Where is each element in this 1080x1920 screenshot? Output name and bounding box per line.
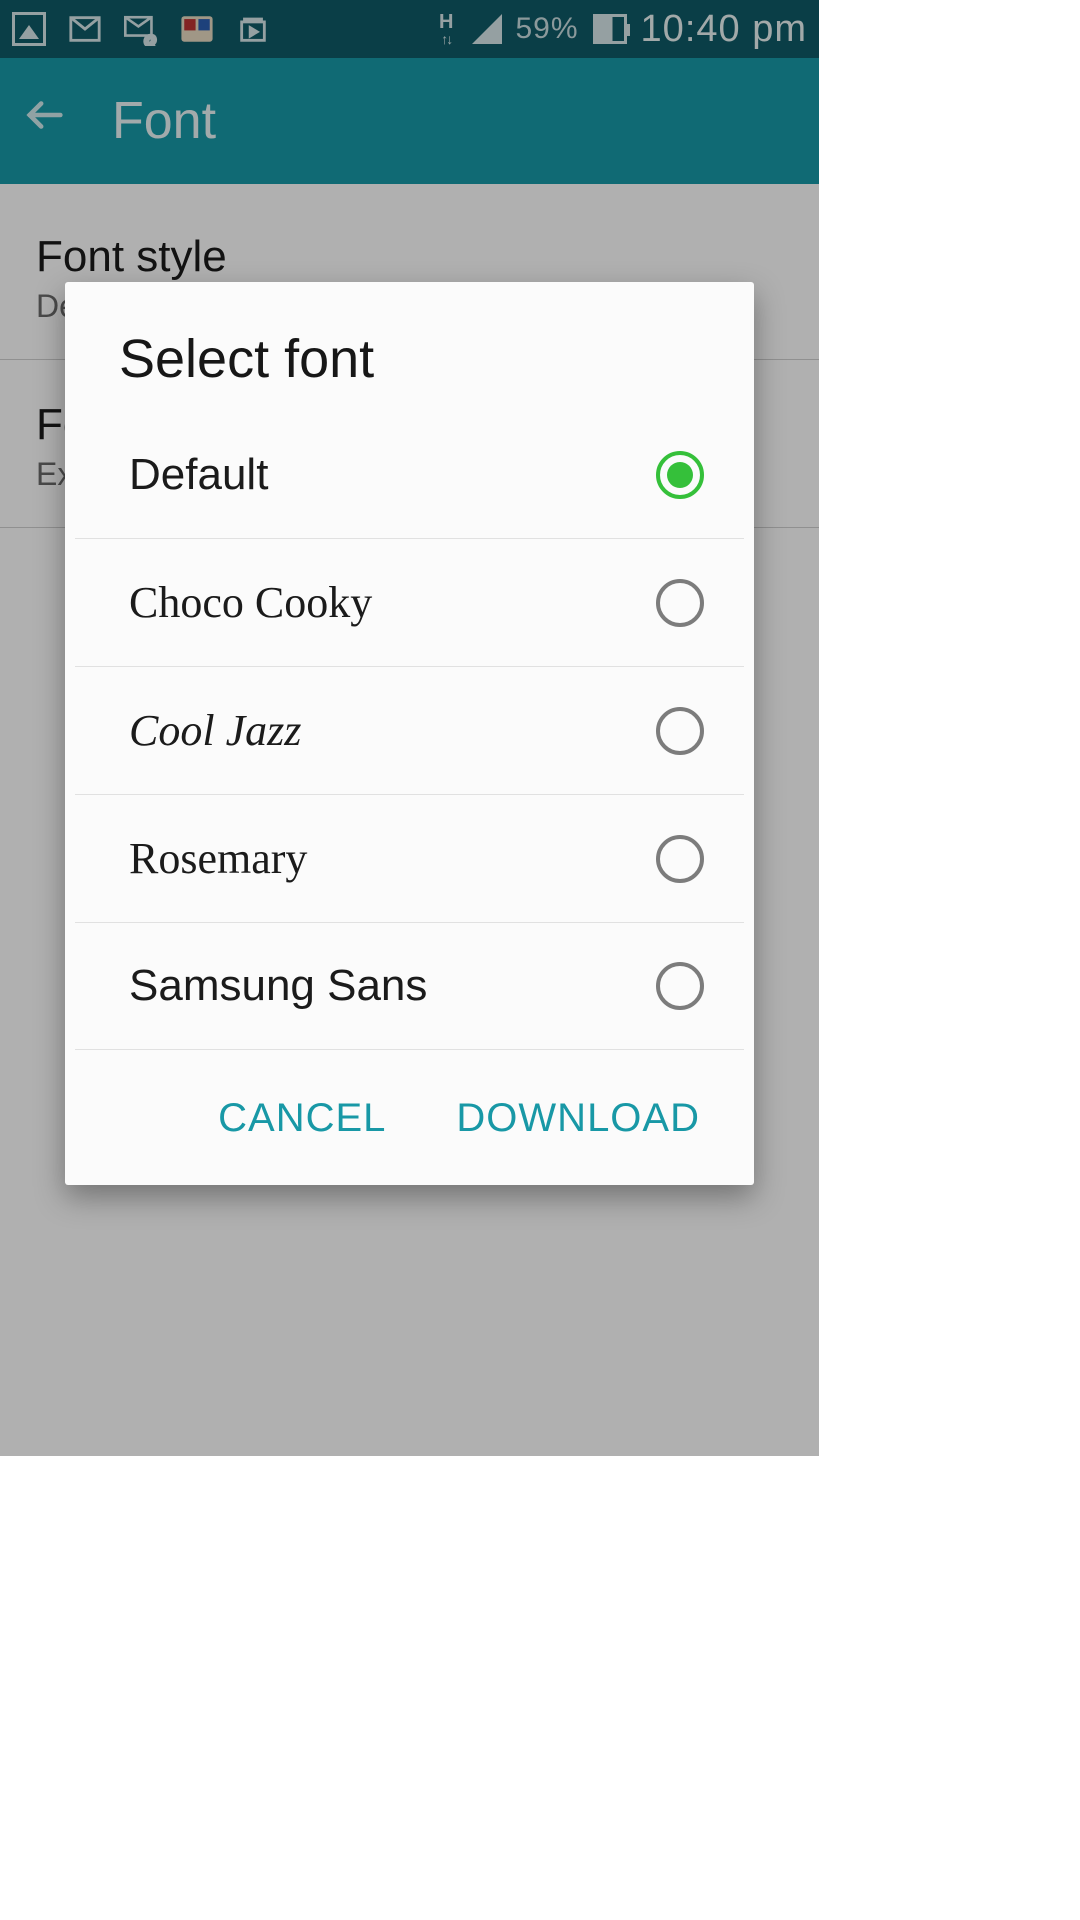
font-option-label: Rosemary (129, 833, 307, 884)
cancel-button[interactable]: CANCEL (218, 1096, 386, 1141)
font-option-label: Samsung Sans (129, 961, 427, 1011)
radio-unselected-icon (656, 579, 704, 627)
select-font-dialog: Select font Default Choco Cooky Cool Jaz… (65, 282, 754, 1185)
font-option-choco-cooky[interactable]: Choco Cooky (75, 539, 744, 667)
font-option-label: Default (129, 450, 268, 500)
dialog-title: Select font (65, 328, 754, 412)
font-option-samsung-sans[interactable]: Samsung Sans (75, 923, 744, 1050)
font-option-default[interactable]: Default (75, 412, 744, 539)
radio-unselected-icon (656, 707, 704, 755)
radio-unselected-icon (656, 962, 704, 1010)
download-button[interactable]: DOWNLOAD (456, 1096, 700, 1141)
radio-selected-icon (656, 451, 704, 499)
font-option-cool-jazz[interactable]: Cool Jazz (75, 667, 744, 795)
font-option-label: Cool Jazz (129, 705, 301, 756)
radio-unselected-icon (656, 835, 704, 883)
font-option-label: Choco Cooky (129, 577, 372, 628)
font-option-rosemary[interactable]: Rosemary (75, 795, 744, 923)
